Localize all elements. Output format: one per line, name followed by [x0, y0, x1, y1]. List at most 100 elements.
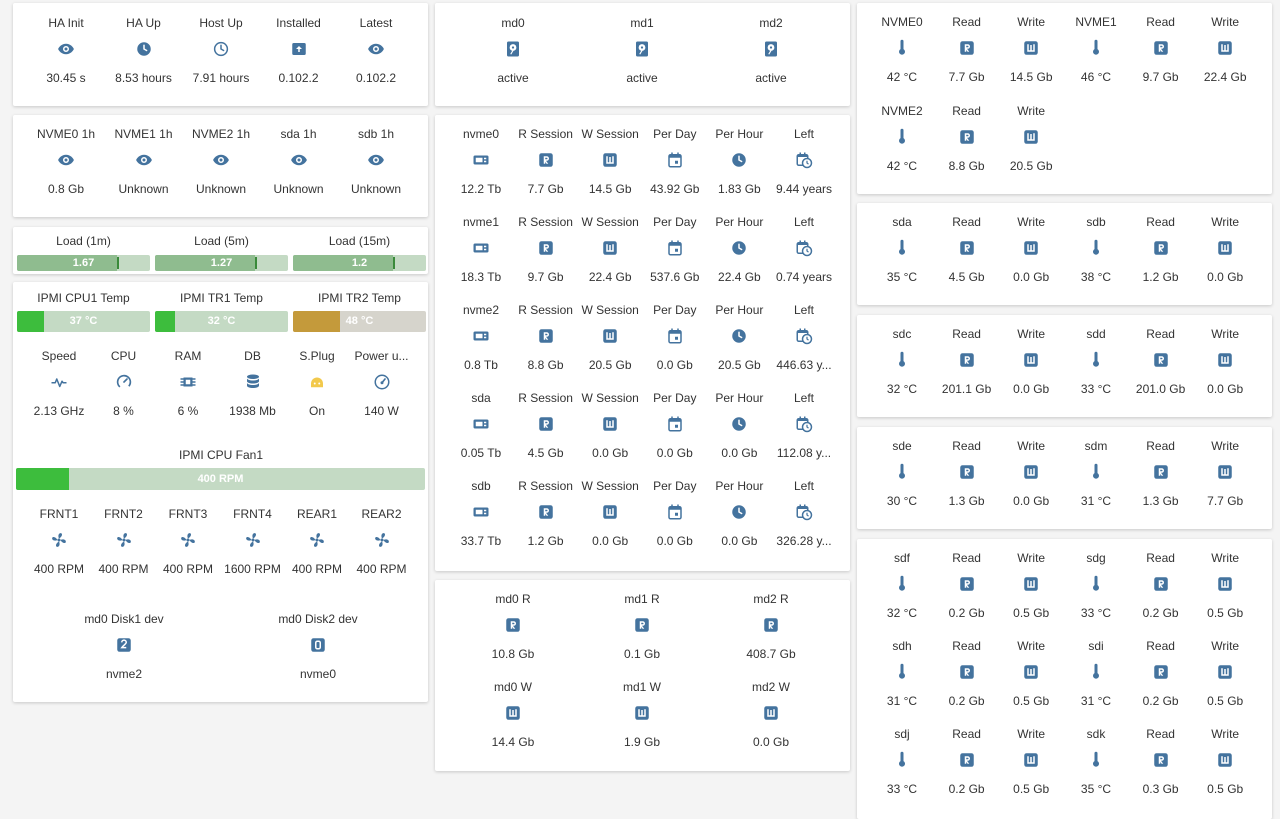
hdd-1-0-read[interactable]: Read 201.1 Gb — [935, 327, 999, 397]
hdd-0-1-write[interactable]: Write 0.0 Gb — [1193, 215, 1257, 285]
hdd-0-1-read[interactable]: Read 1.2 Gb — [1129, 215, 1193, 285]
hdd-last-1-read[interactable]: Read 0.2 Gb — [1129, 551, 1193, 621]
cpu-fan-bar[interactable]: 400 RPM — [16, 468, 425, 490]
md0-dev-0[interactable]: md0 Disk1 dev nvme2 — [49, 612, 199, 682]
nvme-1-write[interactable]: Write 22.4 Gb — [1193, 15, 1257, 85]
disk-sdb-w[interactable]: W Session 0.0 Gb — [578, 479, 642, 549]
hdd-last-0-read[interactable]: Read 0.2 Gb — [935, 551, 999, 621]
hdd-last-1-write[interactable]: Write 0.5 Gb — [1193, 551, 1257, 621]
hdd-2-1-temp[interactable]: sdm 31 °C — [1064, 439, 1128, 509]
hdd-last-5-temp[interactable]: sdk 35 °C — [1064, 727, 1128, 797]
hdd-1-0-write[interactable]: Write 0.0 Gb — [999, 327, 1063, 397]
disk-sdb-left[interactable]: Left 326.28 y... — [772, 479, 836, 549]
write-1h-2[interactable]: NVME2 1h Unknown — [183, 127, 259, 197]
hdd-last-3-temp[interactable]: sdi 31 °C — [1064, 639, 1128, 709]
disk-sda-left[interactable]: Left 112.08 y... — [772, 391, 836, 461]
nvme-0-read[interactable]: Read 7.7 Gb — [935, 15, 999, 85]
ha-status-2[interactable]: Host Up 7.91 hours — [183, 16, 259, 86]
ha-status-4[interactable]: Latest 0.102.2 — [338, 16, 414, 86]
fan-3[interactable]: FRNT4 1600 RPM — [221, 507, 285, 577]
fan-4[interactable]: REAR1 400 RPM — [285, 507, 349, 577]
disk-nvme2-left[interactable]: Left 446.63 y... — [772, 303, 836, 373]
hdd-2-0-read[interactable]: Read 1.3 Gb — [935, 439, 999, 509]
disk-sdb-name[interactable]: sdb 33.7 Tb — [449, 479, 513, 549]
ha-status-3[interactable]: Installed 0.102.2 — [261, 16, 337, 86]
temp-bar-0[interactable]: 37 °C — [17, 311, 150, 332]
hdd-1-0-temp[interactable]: sdc 32 °C — [870, 327, 934, 397]
sys-2[interactable]: RAM 6 % — [156, 349, 220, 419]
hdd-0-0-write[interactable]: Write 0.0 Gb — [999, 215, 1063, 285]
disk-sda-r[interactable]: R Session 4.5 Gb — [514, 391, 578, 461]
nvme-1-read[interactable]: Read 9.7 Gb — [1129, 15, 1193, 85]
sys-4[interactable]: S.Plug On — [285, 349, 349, 419]
md0-dev-1[interactable]: md0 Disk2 dev nvme0 — [243, 612, 393, 682]
disk-nvme0-r[interactable]: R Session 7.7 Gb — [514, 127, 578, 197]
write-1h-0[interactable]: NVME0 1h 0.8 Gb — [28, 127, 104, 197]
nvme-0-temp[interactable]: NVME0 42 °C — [870, 15, 934, 85]
disk-nvme0-hour[interactable]: Per Hour 1.83 Gb — [707, 127, 771, 197]
disk-nvme1-r[interactable]: R Session 9.7 Gb — [514, 215, 578, 285]
hdd-2-1-write[interactable]: Write 7.7 Gb — [1193, 439, 1257, 509]
hdd-last-4-write[interactable]: Write 0.5 Gb — [999, 727, 1063, 797]
hdd-last-2-write[interactable]: Write 0.5 Gb — [999, 639, 1063, 709]
disk-sdb-hour[interactable]: Per Hour 0.0 Gb — [707, 479, 771, 549]
hdd-last-4-temp[interactable]: sdj 33 °C — [870, 727, 934, 797]
hdd-last-3-read[interactable]: Read 0.2 Gb — [1129, 639, 1193, 709]
disk-nvme0-name[interactable]: nvme0 12.2 Tb — [449, 127, 513, 197]
disk-sda-name[interactable]: sda 0.05 Tb — [449, 391, 513, 461]
sys-0[interactable]: Speed 2.13 GHz — [27, 349, 91, 419]
write-1h-4[interactable]: sdb 1h Unknown — [338, 127, 414, 197]
ha-status-0[interactable]: HA Init 30.45 s — [28, 16, 104, 86]
hdd-2-1-read[interactable]: Read 1.3 Gb — [1129, 439, 1193, 509]
temp-bar-1[interactable]: 32 °C — [155, 311, 288, 332]
nvme-2-read[interactable]: Read 8.8 Gb — [935, 104, 999, 174]
fan-1[interactable]: FRNT2 400 RPM — [92, 507, 156, 577]
md-rw-5[interactable]: md2 W 0.0 Gb — [716, 680, 826, 750]
hdd-0-1-temp[interactable]: sdb 38 °C — [1064, 215, 1128, 285]
load-bar-1[interactable]: 1.27 — [155, 255, 288, 271]
hdd-1-1-temp[interactable]: sdd 33 °C — [1064, 327, 1128, 397]
disk-sda-w[interactable]: W Session 0.0 Gb — [578, 391, 642, 461]
nvme-2-write[interactable]: Write 20.5 Gb — [999, 104, 1063, 174]
fan-5[interactable]: REAR2 400 RPM — [350, 507, 414, 577]
raid-0[interactable]: md0 active — [458, 16, 568, 86]
raid-1[interactable]: md1 active — [587, 16, 697, 86]
hdd-last-5-read[interactable]: Read 0.3 Gb — [1129, 727, 1193, 797]
hdd-last-2-read[interactable]: Read 0.2 Gb — [935, 639, 999, 709]
hdd-last-0-temp[interactable]: sdf 32 °C — [870, 551, 934, 621]
disk-nvme1-w[interactable]: W Session 22.4 Gb — [578, 215, 642, 285]
disk-sda-day[interactable]: Per Day 0.0 Gb — [643, 391, 707, 461]
nvme-0-write[interactable]: Write 14.5 Gb — [999, 15, 1063, 85]
fan-2[interactable]: FRNT3 400 RPM — [156, 507, 220, 577]
hdd-last-2-temp[interactable]: sdh 31 °C — [870, 639, 934, 709]
hdd-0-0-temp[interactable]: sda 35 °C — [870, 215, 934, 285]
hdd-1-1-read[interactable]: Read 201.0 Gb — [1129, 327, 1193, 397]
disk-sdb-day[interactable]: Per Day 0.0 Gb — [643, 479, 707, 549]
md-rw-1[interactable]: md1 R 0.1 Gb — [587, 592, 697, 662]
disk-sdb-r[interactable]: R Session 1.2 Gb — [514, 479, 578, 549]
disk-nvme2-w[interactable]: W Session 20.5 Gb — [578, 303, 642, 373]
disk-nvme2-r[interactable]: R Session 8.8 Gb — [514, 303, 578, 373]
md-rw-2[interactable]: md2 R 408.7 Gb — [716, 592, 826, 662]
hdd-1-1-write[interactable]: Write 0.0 Gb — [1193, 327, 1257, 397]
write-1h-1[interactable]: NVME1 1h Unknown — [106, 127, 182, 197]
disk-nvme2-day[interactable]: Per Day 0.0 Gb — [643, 303, 707, 373]
disk-nvme2-hour[interactable]: Per Hour 20.5 Gb — [707, 303, 771, 373]
hdd-last-0-write[interactable]: Write 0.5 Gb — [999, 551, 1063, 621]
load-bar-0[interactable]: 1.67 — [17, 255, 150, 271]
sys-3[interactable]: DB 1938 Mb — [221, 349, 285, 419]
sys-5[interactable]: Power u... 140 W — [350, 349, 414, 419]
ha-status-1[interactable]: HA Up 8.53 hours — [106, 16, 182, 86]
hdd-2-0-temp[interactable]: sde 30 °C — [870, 439, 934, 509]
nvme-1-temp[interactable]: NVME1 46 °C — [1064, 15, 1128, 85]
disk-nvme1-left[interactable]: Left 0.74 years — [772, 215, 836, 285]
disk-nvme2-name[interactable]: nvme2 0.8 Tb — [449, 303, 513, 373]
hdd-last-4-read[interactable]: Read 0.2 Gb — [935, 727, 999, 797]
hdd-last-3-write[interactable]: Write 0.5 Gb — [1193, 639, 1257, 709]
nvme-2-temp[interactable]: NVME2 42 °C — [870, 104, 934, 174]
fan-0[interactable]: FRNT1 400 RPM — [27, 507, 91, 577]
disk-nvme0-left[interactable]: Left 9.44 years — [772, 127, 836, 197]
hdd-0-0-read[interactable]: Read 4.5 Gb — [935, 215, 999, 285]
raid-2[interactable]: md2 active — [716, 16, 826, 86]
temp-bar-2[interactable]: 48 °C — [293, 311, 426, 332]
